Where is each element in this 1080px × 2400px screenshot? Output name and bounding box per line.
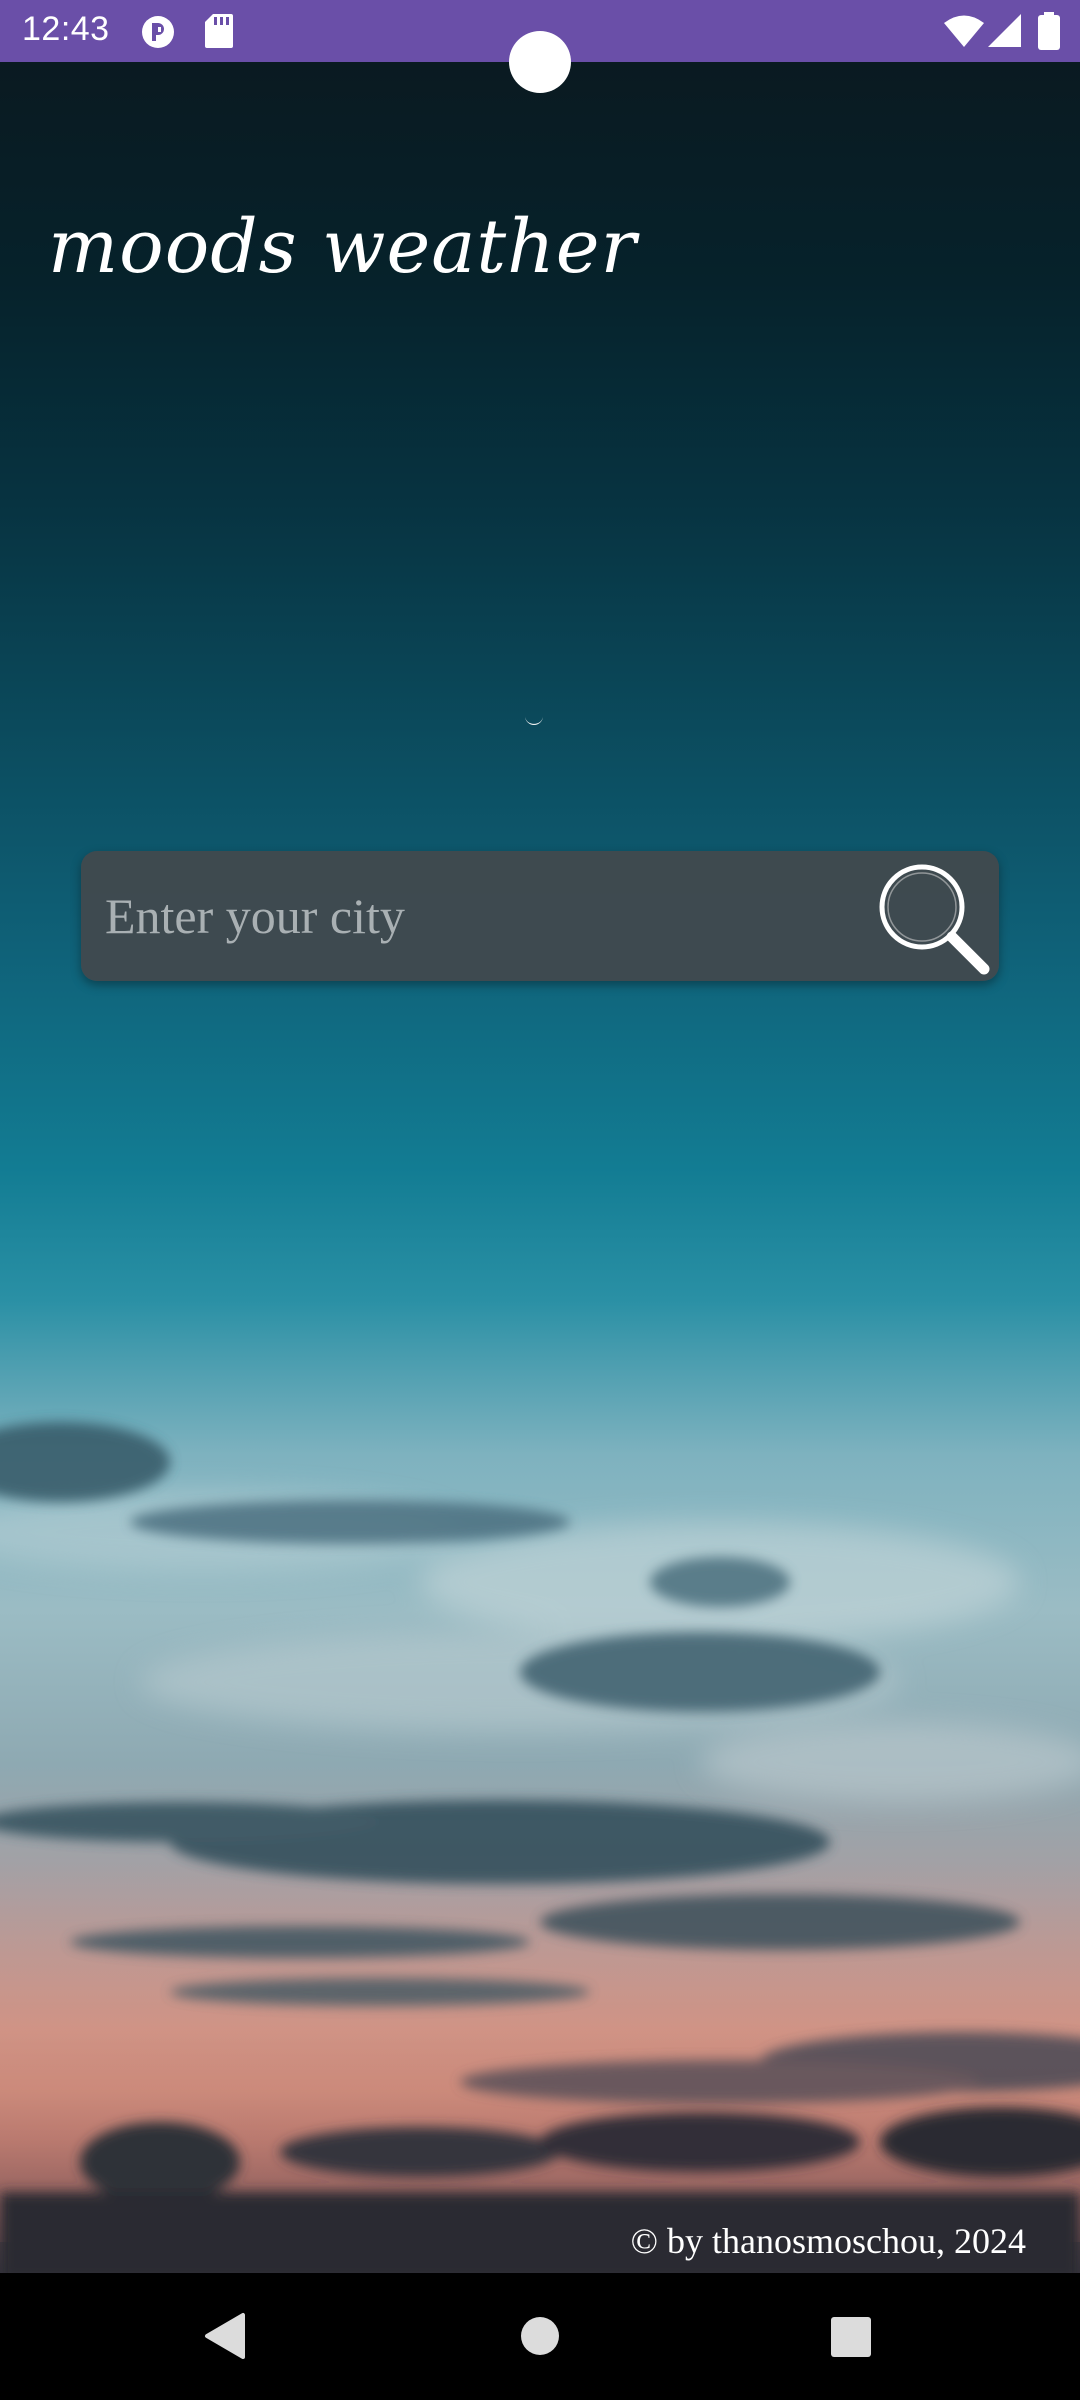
app-main: moods weather © by thanosmoschou, 2024 — [0, 62, 1080, 2273]
phone-screen: 12:43 moods weather Enter your city © by… — [0, 0, 1080, 2400]
search-bar — [81, 851, 999, 981]
city-search-input[interactable] — [105, 851, 865, 981]
sky-background — [0, 716, 1080, 2273]
wifi-icon — [944, 14, 984, 53]
status-time: 12:43 — [22, 10, 110, 48]
app-title: moods weather — [48, 204, 637, 290]
recents-icon — [831, 2317, 871, 2357]
back-button[interactable] — [155, 2273, 295, 2400]
home-button[interactable] — [470, 2273, 610, 2400]
privacy-indicator-icon — [140, 14, 176, 55]
moon-icon — [525, 716, 543, 725]
cellular-signal-icon — [988, 14, 1022, 53]
home-icon — [521, 2317, 559, 2355]
search-icon — [879, 864, 990, 975]
back-icon — [205, 2313, 245, 2359]
copyright-text: © by thanosmoschou, 2024 — [630, 2221, 1026, 2261]
battery-icon — [1038, 12, 1060, 55]
sd-card-icon — [205, 14, 233, 53]
navigation-bar — [0, 2273, 1080, 2400]
recents-button[interactable] — [781, 2273, 921, 2400]
search-button[interactable] — [870, 855, 994, 979]
camera-cutout — [509, 31, 571, 93]
